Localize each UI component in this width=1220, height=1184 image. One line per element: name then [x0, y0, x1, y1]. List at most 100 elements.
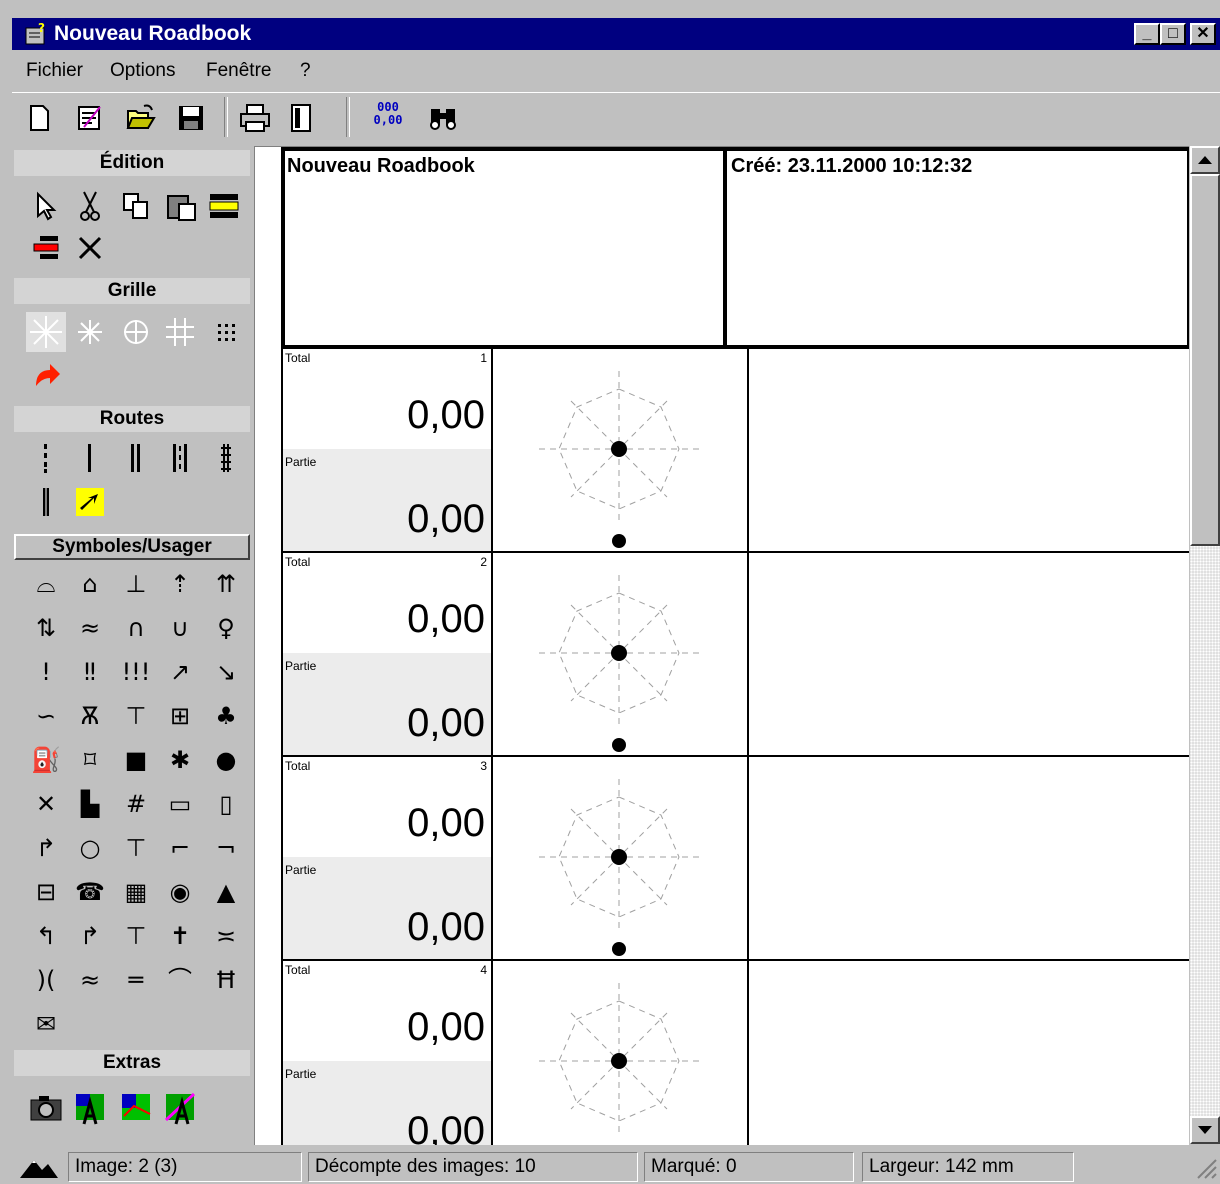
save-icon[interactable] — [174, 101, 208, 135]
image-icon[interactable] — [116, 1088, 156, 1128]
route-double-icon[interactable] — [116, 438, 156, 478]
binoculars-icon[interactable] — [426, 101, 460, 135]
symbol-box-icon[interactable]: ■ — [116, 740, 156, 780]
symbol-roundabout-icon[interactable]: ○ — [70, 828, 110, 868]
numeric-grid-icon[interactable]: 000 0,00 — [368, 101, 408, 135]
grid-star-icon[interactable] — [70, 312, 110, 352]
image-text-edit-icon[interactable] — [160, 1088, 200, 1128]
symbol-town-icon[interactable]: ▦ — [116, 872, 156, 912]
symbol-cattle-grid-icon[interactable]: ═ — [116, 960, 156, 1000]
symbol-arrow-up-right-icon[interactable]: ↗ — [160, 652, 200, 692]
grid-circle-icon[interactable] — [116, 312, 156, 352]
paste-icon[interactable] — [162, 186, 202, 226]
symbol-factory-icon[interactable]: ⊥ — [116, 564, 156, 604]
symbol-ford-icon[interactable]: ≈ — [70, 960, 110, 1000]
scroll-thumb[interactable] — [1190, 174, 1220, 546]
distance-cell[interactable]: Total 4 0,00 Partie 0,00 — [281, 961, 493, 1145]
menu-fichier[interactable]: Fichier — [26, 60, 83, 82]
symbol-bridge-icon[interactable]: ⌓ — [26, 564, 66, 604]
edit-document-icon[interactable] — [72, 101, 106, 135]
symbol-sign-board-icon[interactable]: ⊤ — [116, 916, 156, 956]
symbol-building-icon[interactable]: ▙ — [70, 784, 110, 824]
symbol-bump-icon[interactable]: ∩ — [116, 608, 156, 648]
document-title[interactable]: Nouveau Roadbook — [287, 155, 475, 178]
symbol-step-down-icon[interactable]: ¬ — [206, 828, 246, 868]
direction-diagram-cell[interactable] — [493, 961, 749, 1145]
page-setup-icon[interactable] — [284, 101, 318, 135]
symbol-turn-icon[interactable]: ↱ — [26, 828, 66, 868]
minimize-button[interactable]: _ — [1134, 23, 1160, 45]
open-folder-icon[interactable] — [124, 101, 158, 135]
symbol-wall-icon[interactable]: ▭ — [160, 784, 200, 824]
symbol-gap-icon[interactable]: )( — [26, 960, 66, 1000]
maximize-button[interactable]: □ — [1160, 23, 1186, 45]
symbol-pylon-icon[interactable]: Ѫ — [70, 696, 110, 736]
symbol-arrow-down-right-icon[interactable]: ↘ — [206, 652, 246, 692]
roadbook-row[interactable]: Total 3 0,00 Partie 0,00 — [281, 757, 1189, 961]
image-text-icon[interactable] — [70, 1088, 110, 1128]
symbol-danger-icon[interactable]: ‼ — [70, 652, 110, 692]
print-icon[interactable] — [238, 101, 272, 135]
cut-icon[interactable] — [70, 186, 110, 226]
symbol-phone-icon[interactable]: ☎ — [70, 872, 110, 912]
menu-options[interactable]: Options — [110, 60, 175, 82]
symbol-sign-icon[interactable]: ⊞ — [160, 696, 200, 736]
route-thick-icon[interactable] — [26, 482, 66, 522]
pointer-icon[interactable] — [26, 186, 66, 226]
copy-icon[interactable] — [116, 186, 156, 226]
direction-diagram-cell[interactable] — [493, 553, 749, 755]
new-document-icon[interactable] — [22, 101, 56, 135]
symbol-forest-icon[interactable]: ⇈ — [206, 564, 246, 604]
symbol-turn-left-icon[interactable]: ↰ — [26, 916, 66, 956]
symbol-signpost-icon[interactable]: ⊤ — [116, 828, 156, 868]
symbol-burst-icon[interactable]: ✱ — [160, 740, 200, 780]
redo-arrow-icon[interactable] — [26, 354, 66, 394]
symbol-rocks-icon[interactable]: ♣ — [206, 696, 246, 736]
symbol-narrow-icon[interactable]: ≍ — [206, 916, 246, 956]
grid-hash-icon[interactable] — [160, 312, 200, 352]
symbol-tank-icon[interactable]: ▯ — [206, 784, 246, 824]
vertical-scrollbar[interactable] — [1190, 146, 1220, 1144]
route-highway-icon[interactable] — [160, 438, 200, 478]
symbol-envelope-icon[interactable]: ✉ — [26, 1004, 66, 1044]
roadbook-row[interactable]: Total 2 0,00 Partie 0,00 — [281, 553, 1189, 757]
route-direction-arrow-icon[interactable] — [70, 482, 110, 522]
symbol-tree-icon[interactable]: ⇡ — [160, 564, 200, 604]
grid-dots-icon[interactable] — [206, 312, 246, 352]
section-symboles-header[interactable]: Symboles/Usager — [14, 534, 250, 560]
route-railway-icon[interactable] — [206, 438, 246, 478]
symbol-step-up-icon[interactable]: ⌐ — [160, 828, 200, 868]
symbol-church-icon[interactable]: ✝ — [160, 916, 200, 956]
delete-row-icon[interactable] — [26, 228, 66, 268]
symbol-gate-icon[interactable]: Ħ — [206, 960, 246, 1000]
symbol-cup-icon[interactable]: ⌑ — [70, 740, 110, 780]
title-bar[interactable]: ? Nouveau Roadbook _ □ ✕ — [12, 18, 1220, 50]
symbol-bush-icon[interactable]: ● — [206, 740, 246, 780]
symbol-warning-triangle-icon[interactable]: ▲ — [206, 872, 246, 912]
symbol-caution-icon[interactable]: ! — [26, 652, 66, 692]
symbol-fuel-icon[interactable]: ⛽ — [26, 740, 66, 780]
insert-row-icon[interactable] — [204, 186, 244, 226]
direction-diagram-cell[interactable] — [493, 757, 749, 959]
scroll-down-button[interactable] — [1190, 1116, 1220, 1144]
symbol-t-junction-icon[interactable]: ⊤ — [116, 696, 156, 736]
distance-cell[interactable]: Total 2 0,00 Partie 0,00 — [281, 553, 493, 755]
symbol-fence-icon[interactable]: # — [116, 784, 156, 824]
symbol-board-icon[interactable]: ⊟ — [26, 872, 66, 912]
route-dotted-icon[interactable] — [26, 438, 66, 478]
roadbook-row[interactable]: Total 4 0,00 Partie 0,00 — [281, 961, 1189, 1145]
symbol-dip-icon[interactable]: ∪ — [160, 608, 200, 648]
route-single-icon[interactable] — [70, 438, 110, 478]
symbol-arch-bridge-icon[interactable]: ⌒ — [160, 960, 200, 1000]
menu-help[interactable]: ? — [300, 60, 311, 82]
symbol-extreme-danger-icon[interactable]: !!! — [116, 652, 156, 692]
close-button[interactable]: ✕ — [1190, 23, 1216, 45]
grid-star-full-icon[interactable] — [26, 312, 66, 352]
symbol-cross-icon[interactable]: ✕ — [26, 784, 66, 824]
roadbook-row[interactable]: Total 1 0,00 Partie 0,00 — [281, 349, 1189, 553]
distance-cell[interactable]: Total 1 0,00 Partie 0,00 — [281, 349, 493, 551]
distance-cell[interactable]: Total 3 0,00 Partie 0,00 — [281, 757, 493, 959]
delete-icon[interactable] — [70, 228, 110, 268]
symbol-village-icon[interactable]: ⌂ — [70, 564, 110, 604]
symbol-water-icon[interactable]: ≈ — [70, 608, 110, 648]
